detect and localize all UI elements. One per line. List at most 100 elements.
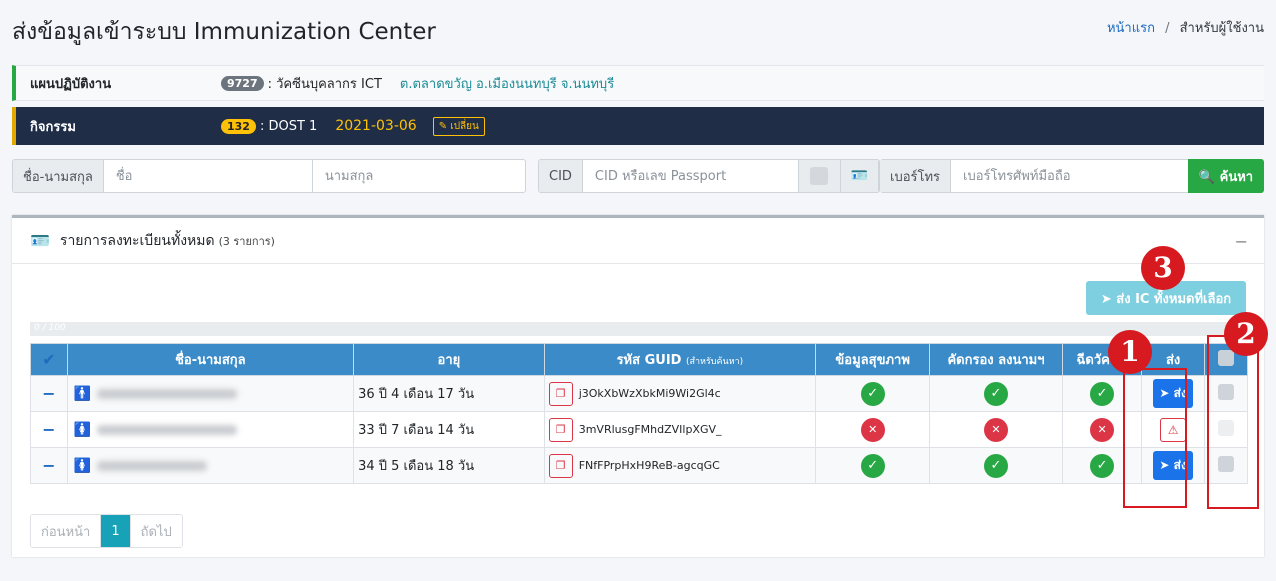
plan-text: : วัคซีนบุคลากร ICT	[267, 76, 382, 92]
age-cell: 33 ปี 7 เดือน 14 วัน	[353, 411, 545, 448]
col-name: ชื่อ-นามสกุล	[66, 343, 355, 376]
col-age: อายุ	[353, 343, 545, 376]
change-activity-button[interactable]: ✎ เปลี่ยน	[432, 116, 485, 136]
table-header-row: ✔ ชื่อ-นามสกุล อายุ รหัส GUID (สำหรับค้น…	[30, 343, 1249, 376]
x-circle-icon: ✕	[983, 417, 1008, 442]
male-person-icon: 🚹	[73, 385, 92, 402]
pencil-icon: ✎	[438, 120, 448, 132]
screen-cell: ✓	[929, 447, 1063, 484]
blurred-name	[97, 389, 238, 399]
breadcrumb: หน้าแรก / สำหรับผู้ใช้งาน	[1107, 17, 1264, 38]
card-count: (3 รายการ)	[218, 234, 275, 248]
activity-bar: กิจกรรม 132 : DOST 1 2021-03-06 ✎ เปลี่ย…	[12, 107, 1264, 145]
name-cell: 🚺	[66, 447, 355, 484]
guid-text: j3OkXbWzXbkMi9Wi2Gl4c	[578, 386, 721, 400]
check-circle-icon: ✓	[983, 381, 1008, 406]
collapse-button[interactable]: −	[1235, 232, 1248, 251]
id-card-icon[interactable]: 🪪	[839, 160, 879, 192]
pagination-next[interactable]: ถัดไป	[130, 515, 182, 547]
search-row: ชื่อ-นามสกุล CID 🪪 เบอร์โทร 🔍 ค้นหา	[12, 159, 1264, 193]
send-all-label: ส่ง IC ทั้งหมดที่เลือก	[1116, 291, 1232, 307]
registration-table: ✔ ชื่อ-นามสกุล อายุ รหัส GUID (สำหรับค้น…	[30, 343, 1249, 484]
name-label: ชื่อ-นามสกุล	[13, 160, 104, 192]
plan-badge: 9727	[221, 75, 264, 91]
col-guid: รหัส GUID (สำหรับค้นหา)	[543, 343, 817, 376]
screen-cell: ✓	[929, 375, 1063, 412]
cid-search-group: CID 🪪	[538, 159, 880, 193]
copy-icon[interactable]: ❐	[548, 381, 573, 406]
progress-bar: 0 / 100	[30, 322, 1246, 336]
pagination-prev[interactable]: ก่อนหน้า	[31, 515, 101, 547]
pagination: ก่อนหน้า 1 ถัดไป	[30, 514, 183, 548]
plan-bar: แผนปฏิบัติงาน 9727 : วัคซีนบุคลากร ICT ต…	[12, 65, 1264, 101]
blurred-name	[97, 461, 208, 471]
name-cell: 🚹	[66, 375, 355, 412]
phone-search-group: เบอร์โทร	[880, 159, 1190, 193]
page-title: ส่งข้อมูลเข้าระบบ Immunization Center	[12, 19, 436, 45]
first-name-input[interactable]	[103, 160, 313, 192]
col-screen: คัดกรอง ลงนามฯ	[929, 343, 1063, 376]
paper-plane-icon: ➤	[1100, 291, 1112, 307]
checkbox-box	[810, 167, 829, 185]
id-card-icon: 🪪	[30, 231, 50, 250]
plan-label: แผนปฏิบัติงาน	[30, 76, 112, 92]
annotation-box-2	[1207, 335, 1259, 509]
col-health: ข้อมูลสุขภาพ	[815, 343, 931, 376]
phone-label: เบอร์โทร	[880, 160, 952, 192]
name-search-group: ชื่อ-นามสกุล	[12, 159, 526, 193]
table-row: − 🚹 36 ปี 4 เดือน 17 วัน ❐ j3OkXbWzXbkMi9…	[30, 375, 1249, 412]
annotation-number-2: 2	[1224, 312, 1268, 356]
health-cell: ✓	[815, 375, 931, 412]
check-circle-icon: ✓	[1090, 453, 1115, 478]
cid-label: CID	[539, 160, 583, 192]
guid-text: FNfFPrpHxH9ReB-agcqGC	[578, 458, 720, 472]
table-row: − 🚺 34 ปี 5 เดือน 18 วัน ❐ FNfFPrpHxH9ReB…	[30, 447, 1249, 484]
col-guid-note: (สำหรับค้นหา)	[685, 357, 744, 367]
progress-text: 0 / 100	[34, 323, 66, 333]
col-select[interactable]: ✔	[30, 343, 68, 376]
row-expand-button[interactable]: −	[30, 447, 68, 484]
check-circle-icon: ✓	[860, 453, 885, 478]
activity-date: 2021-03-06	[335, 118, 417, 134]
guid-cell: ❐ 3mVRlusgFMhdZVIlpXGV_	[543, 411, 817, 448]
health-cell: ✕	[815, 411, 931, 448]
pagination-page-1[interactable]: 1	[100, 515, 131, 547]
registration-card: 🪪 รายการลงทะเบียนทั้งหมด (3 รายการ) − ➤ …	[12, 215, 1264, 557]
phone-input[interactable]	[951, 160, 1172, 192]
cid-input[interactable]	[582, 160, 799, 192]
guid-cell: ❐ FNfFPrpHxH9ReB-agcqGC	[543, 447, 817, 484]
female-person-icon: 🚺	[73, 421, 92, 438]
annotation-number-1: 1	[1108, 330, 1152, 374]
row-expand-button[interactable]: −	[30, 375, 68, 412]
table-row: − 🚺 33 ปี 7 เดือน 14 วัน ❐ 3mVRlusgFMhdZV…	[30, 411, 1249, 448]
search-button[interactable]: 🔍 ค้นหา	[1188, 159, 1264, 193]
guid-text: 3mVRlusgFMhdZVIlpXGV_	[578, 422, 722, 436]
breadcrumb-current: สำหรับผู้ใช้งาน	[1179, 21, 1264, 36]
screen-cell: ✕	[929, 411, 1063, 448]
check-circle-icon: ✓	[1090, 381, 1115, 406]
age-cell: 36 ปี 4 เดือน 17 วัน	[353, 375, 545, 412]
annotation-box-1	[1123, 368, 1187, 508]
name-cell: 🚺	[66, 411, 355, 448]
blurred-name	[97, 425, 238, 435]
female-person-icon: 🚺	[73, 457, 92, 474]
activity-text: : DOST 1	[259, 118, 318, 134]
change-activity-label: เปลี่ยน	[450, 120, 479, 132]
check-circle-icon: ✓	[860, 381, 885, 406]
row-expand-button[interactable]: −	[30, 411, 68, 448]
card-header: 🪪 รายการลงทะเบียนทั้งหมด (3 รายการ) −	[12, 218, 1264, 264]
card-title: รายการลงทะเบียนทั้งหมด	[59, 232, 215, 249]
search-icon: 🔍	[1198, 169, 1216, 185]
x-circle-icon: ✕	[1090, 417, 1115, 442]
health-cell: ✓	[815, 447, 931, 484]
copy-icon[interactable]: ❐	[548, 453, 573, 478]
copy-icon[interactable]: ❐	[548, 417, 573, 442]
annotation-number-3: 3	[1141, 246, 1185, 290]
guid-cell: ❐ j3OkXbWzXbkMi9Wi2Gl4c	[543, 375, 817, 412]
activity-label: กิจกรรม	[30, 119, 76, 135]
last-name-input[interactable]	[312, 160, 513, 192]
breadcrumb-home-link[interactable]: หน้าแรก	[1107, 21, 1155, 36]
passport-checkbox[interactable]	[798, 160, 840, 192]
x-circle-icon: ✕	[860, 417, 885, 442]
plan-location: ต.ตลาดขวัญ อ.เมืองนนทบุรี จ.นนทบุรี	[399, 76, 615, 92]
